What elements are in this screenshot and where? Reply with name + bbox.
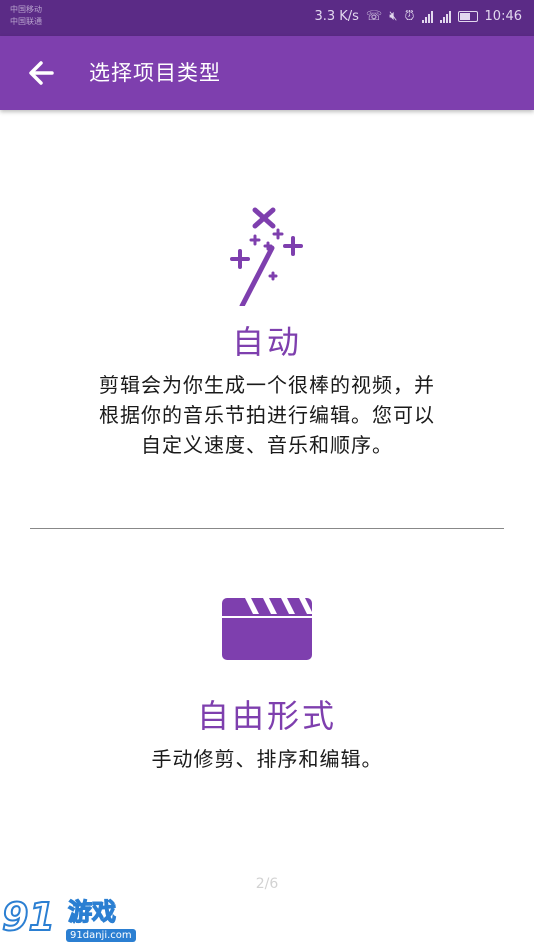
signal-icon-2 [439,10,451,23]
status-bar: 中国移动 中国联通 3.3 K/s ☏ 🔇︎ ⏰︎ 10:46 [0,0,534,36]
arrow-left-icon [29,61,54,85]
divider [30,528,504,529]
magic-wand-icon [230,207,303,306]
clock: 10:46 [484,9,522,24]
carrier-1: 中国移动 [10,5,42,14]
watermark-logo: 91 [1,894,56,940]
network-speed: 3.3 K/s [314,9,359,24]
option-freeform[interactable]: 自由形式 手动修剪、排序和编辑。 [0,590,534,800]
option-freeform-description: 手动修剪、排序和编辑。 [151,747,383,771]
option-auto-description: 剪辑会为你生成一个很棒的视频，并根据你的音乐节拍进行编辑。您可以自定义速度、音乐… [99,373,435,457]
watermark-name: 游戏 [67,897,116,926]
back-button[interactable] [22,53,62,93]
carrier-2: 中国联通 [10,17,42,26]
clapperboard-icon [222,598,312,660]
alarm-icon: ⏰︎ [404,9,415,24]
watermark: 91 游戏 91danji.com [0,893,140,949]
battery-icon [457,11,478,22]
page-title: 选择项目类型 [89,61,221,85]
page-indicator: 2/6 [255,876,279,892]
status-icons: 3.3 K/s ☏ 🔇︎ ⏰︎ 10:46 [314,9,522,24]
carrier-info: 中国移动 中国联通 [10,4,42,28]
app-bar: 选择项目类型 [0,36,534,110]
phone-icon: ☏ [365,9,383,24]
mute-icon: 🔇︎ [389,9,398,24]
signal-icon [421,10,433,23]
option-auto[interactable]: 自动 剪辑会为你生成一个很棒的视频，并根据你的音乐节拍进行编辑。您可以自定义速度… [0,200,534,500]
option-auto-title: 自动 [231,323,302,361]
option-freeform-title: 自由形式 [196,697,337,735]
watermark-domain: 91danji.com [66,929,136,942]
